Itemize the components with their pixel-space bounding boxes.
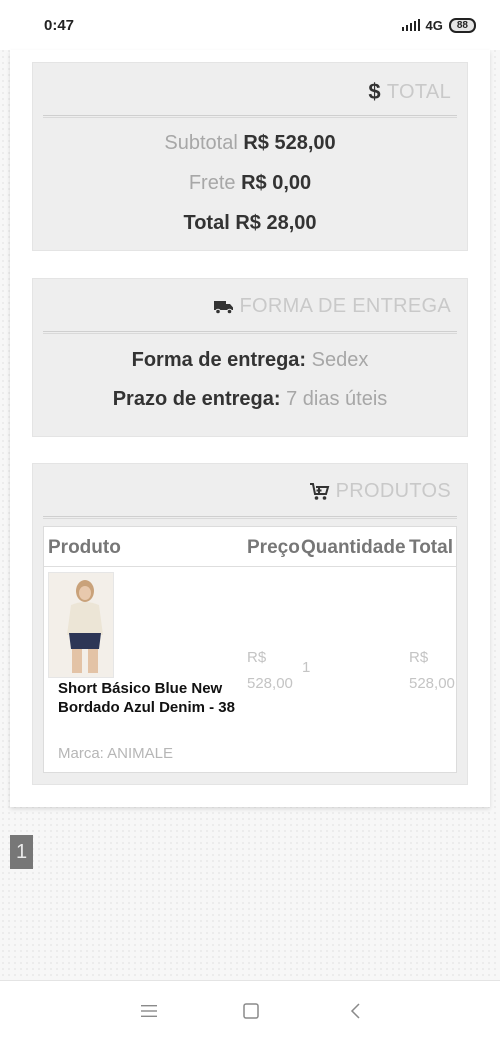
column-header-quantity: Quantidade <box>301 537 406 558</box>
product-price: R$ 528,00 <box>247 645 307 697</box>
status-time: 0:47 <box>44 16 75 34</box>
total-amount: 528,00 <box>409 675 455 692</box>
signal-icon <box>401 19 420 31</box>
total-row: Total R$ 28,00 <box>33 212 467 235</box>
status-icons: 4G 88 <box>401 17 476 33</box>
shipping-row: Frete R$ 0,00 <box>33 172 467 195</box>
subtotal-row: Subtotal R$ 528,00 <box>33 132 467 155</box>
cart-icon <box>309 482 330 501</box>
product-total: R$ 528,00 <box>409 645 469 697</box>
network-type: 4G <box>425 17 443 33</box>
battery-icon: 88 <box>448 17 476 33</box>
price-currency: R$ <box>247 649 267 666</box>
truck-icon <box>213 299 234 315</box>
delivery-panel-title: FORMA DE ENTREGA <box>239 295 451 317</box>
shipping-value: R$ 0,00 <box>241 172 312 194</box>
total-label: Total <box>183 212 230 234</box>
products-panel-header: PRODUTOS <box>309 480 451 503</box>
delivery-panel: FORMA DE ENTREGA Forma de entrega: Sedex… <box>32 278 468 437</box>
divider <box>43 331 457 334</box>
delivery-method-row: Forma de entrega: Sedex <box>33 349 467 372</box>
column-header-price: Preço <box>247 537 300 558</box>
delivery-time-row: Prazo de entrega: 7 dias úteis <box>33 388 467 411</box>
product-brand: Marca: ANIMALE <box>58 745 174 762</box>
product-quantity: 1 <box>302 659 311 676</box>
products-panel-title: PRODUTOS <box>335 480 451 502</box>
column-header-total: Total <box>409 537 453 558</box>
order-card: $ TOTAL Subtotal R$ 528,00 Frete R$ 0,00… <box>10 50 490 807</box>
subtotal-value: R$ 528,00 <box>243 132 336 154</box>
delivery-panel-header: FORMA DE ENTREGA <box>213 295 452 318</box>
total-value: R$ 28,00 <box>235 212 317 234</box>
total-panel-header: $ TOTAL <box>368 79 451 105</box>
home-square-icon[interactable] <box>239 999 263 1023</box>
dollar-icon: $ <box>368 79 381 104</box>
system-nav-bar <box>0 980 500 1041</box>
total-currency: R$ <box>409 649 429 666</box>
subtotal-label: Subtotal <box>164 132 238 154</box>
total-panel: $ TOTAL Subtotal R$ 528,00 Frete R$ 0,00… <box>32 62 468 251</box>
delivery-method-value: Sedex <box>311 349 369 371</box>
divider <box>43 516 457 519</box>
products-table: Produto Preço Quantidade Total Short Bás… <box>43 526 457 773</box>
delivery-time-label: Prazo de entrega: <box>112 388 281 410</box>
divider <box>43 115 457 118</box>
column-header-product: Produto <box>48 537 121 558</box>
product-name[interactable]: Short Básico Blue New Bordado Azul Denim… <box>58 679 244 717</box>
status-bar: 0:47 4G 88 <box>0 0 500 50</box>
products-panel: PRODUTOS Produto Preço Quantidade Total <box>32 463 468 785</box>
delivery-time-value: 7 dias úteis <box>286 388 388 410</box>
table-header: Produto Preço Quantidade Total <box>44 527 456 567</box>
menu-icon[interactable] <box>137 999 161 1023</box>
product-image[interactable] <box>48 572 114 678</box>
shipping-label: Frete <box>188 172 236 194</box>
total-panel-title: TOTAL <box>386 80 451 103</box>
back-chevron-icon[interactable] <box>344 999 368 1023</box>
delivery-method-label: Forma de entrega: <box>131 349 307 371</box>
pagination-page-button[interactable]: 1 <box>10 835 33 869</box>
price-amount: 528,00 <box>247 675 293 692</box>
